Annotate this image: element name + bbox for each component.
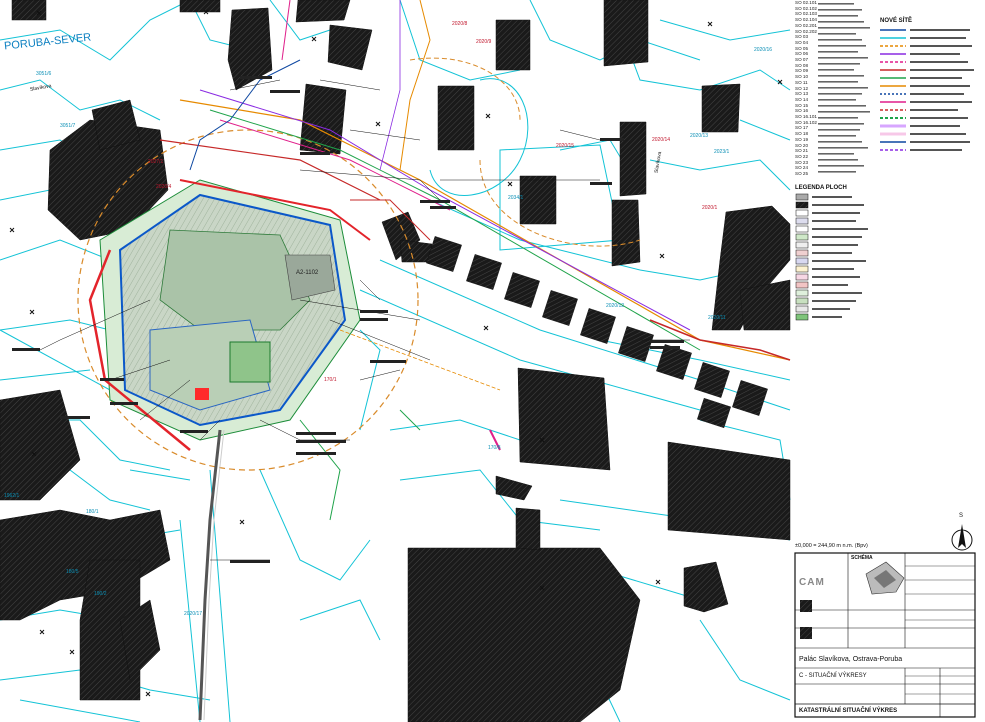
schema-label: SCHÉMA <box>851 555 873 561</box>
legend-so-code: SO 14 <box>795 96 809 102</box>
drawing-name: KATASTRÁLNÍ SITUAČNÍ VÝKRES <box>799 708 898 714</box>
legend-so-code: SO 11 <box>795 79 808 85</box>
logo-block-2 <box>800 627 812 639</box>
parcel-number: 2020/13 <box>690 133 709 139</box>
legend-so-code: SO 02.201 <box>795 22 817 28</box>
parcel-number: 2023/1 <box>714 149 730 155</box>
parcel-number: 170/8 <box>488 445 501 451</box>
parcel-number: 170/1 <box>324 377 337 383</box>
legend-so-code: SO 18 <box>795 131 809 137</box>
section-name: C - SITUAČNÍ VÝKRESY <box>799 673 867 679</box>
parcel-number: 2020/9 <box>476 39 492 45</box>
parcel-number: 3051/7 <box>60 123 76 129</box>
parcel-number: 2020/14 <box>652 137 671 143</box>
parcel-number: 2020/16 <box>754 47 773 53</box>
legend-so-code: SO 16.101 <box>795 114 817 119</box>
north-label: S <box>959 513 964 519</box>
legend-so-code: SO 19 <box>795 136 809 142</box>
parcel-number: 2020/11 <box>708 315 726 321</box>
legend-so-code: SO 04 <box>795 39 809 45</box>
legend-so-code: SO 07 <box>795 57 809 62</box>
parcel-number: 2027/1 <box>148 159 164 165</box>
parcel-number: 180/1 <box>86 509 99 515</box>
legend-so-code: SO 02.104 <box>795 17 817 23</box>
project-name: Palác Slavíkova, Ostrava-Poruba <box>799 656 903 663</box>
logo-block-1 <box>800 600 812 612</box>
legend-so-code: SO 25 <box>795 171 809 176</box>
legend-so-code: SO 22 <box>795 153 809 159</box>
project-site <box>88 179 371 451</box>
drawing-sheet: PORUBA-SEVER Slavíkova Slavíkova A2-1102… <box>0 0 985 722</box>
parcel-number: 2034/1 <box>508 195 524 201</box>
legend-so-code: SO 02.101 <box>795 0 817 5</box>
legend-so-descriptions <box>818 3 870 173</box>
parcel-number: 180/5 <box>66 569 79 575</box>
parcel-number: 2020/12 <box>606 303 625 309</box>
scale-height-reference: ±0,000 = 244,90 m n.m. (Bpv) <box>795 543 868 549</box>
parcel-number: 2020/1 <box>702 205 718 211</box>
legend-new-networks-title: NOVÉ SÍTĚ <box>880 18 913 24</box>
parcel-number: 2020/8 <box>452 21 468 27</box>
parcel-number: 2020/15 <box>556 143 575 149</box>
parcel-number: 2020/4 <box>156 184 172 190</box>
parcel-number: 1962/1 <box>4 493 20 499</box>
site-plan-map[interactable] <box>0 0 985 722</box>
parcel-number: 2020/17 <box>184 611 203 617</box>
firm-logo: CAM <box>799 577 825 588</box>
legend-so-code: SO 10 <box>795 74 809 80</box>
parcel-number: 3051/6 <box>36 71 52 77</box>
parcel-number: 190/2 <box>94 591 107 597</box>
legend-areas-title: LEGENDA PLOCH <box>795 185 847 191</box>
building-label: A2-1102 <box>296 270 319 276</box>
